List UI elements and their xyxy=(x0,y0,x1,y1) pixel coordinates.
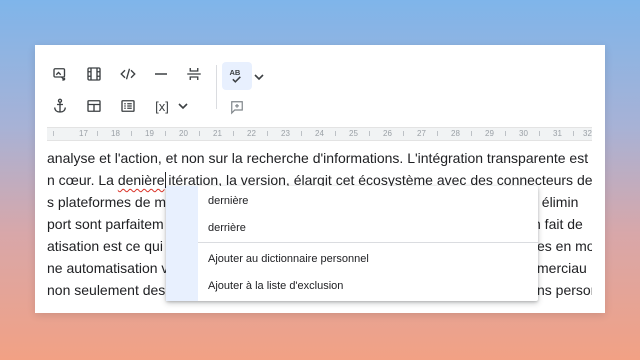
text-fragment: n fait de xyxy=(533,216,583,232)
text-line: s plateformes de m xyxy=(47,194,167,210)
code-icon[interactable] xyxy=(115,62,141,86)
variable-button[interactable]: [x] xyxy=(147,94,177,118)
text-line: non seulement des xyxy=(47,282,166,298)
list-block-icon[interactable] xyxy=(115,94,141,118)
add-to-dictionary-item[interactable]: Ajouter au dictionnaire personnel xyxy=(198,246,538,272)
spellcheck-chevron-icon[interactable] xyxy=(252,65,266,89)
add-comment-icon[interactable] xyxy=(224,95,250,119)
toolbar-divider xyxy=(216,65,217,109)
text-fragment: merciau xyxy=(537,260,587,276)
variable-icon: [x] xyxy=(155,98,169,114)
table-icon[interactable] xyxy=(81,94,107,118)
add-to-exclusion-item[interactable]: Ajouter à la liste d'exclusion xyxy=(198,273,538,299)
misspelled-word[interactable]: denière xyxy=(118,172,165,188)
link-image-icon[interactable] xyxy=(47,62,73,86)
text-fragment: ns persor xyxy=(537,282,592,298)
svg-text:AB: AB xyxy=(230,68,241,77)
anchor-icon[interactable] xyxy=(47,94,73,118)
text-line: atisation est ce qui t xyxy=(47,238,171,254)
menu-divider xyxy=(198,242,538,243)
page-break-icon[interactable] xyxy=(181,62,207,86)
suggestion-item[interactable]: derrière xyxy=(198,215,538,241)
text-line: port sont parfaitem xyxy=(47,216,164,232)
text-fragment: es en mo xyxy=(537,238,592,254)
ruler: 17 18 19 20 21 22 23 24 25 26 27 28 29 3… xyxy=(47,127,592,141)
spellcheck-icon: AB xyxy=(230,68,241,83)
text-line: ne automatisation v xyxy=(47,260,169,276)
horizontal-rule-icon[interactable] xyxy=(148,62,174,86)
menu-gutter xyxy=(166,186,198,301)
spellcheck-menu: dernière derrière Ajouter au dictionnair… xyxy=(166,186,538,301)
film-icon[interactable] xyxy=(81,62,107,86)
chevron-down-icon[interactable] xyxy=(176,94,190,118)
spellcheck-button[interactable]: AB xyxy=(222,62,252,90)
suggestion-item[interactable]: dernière xyxy=(198,188,538,214)
text-line: analyse et l'action, et non sur la reche… xyxy=(47,150,589,166)
